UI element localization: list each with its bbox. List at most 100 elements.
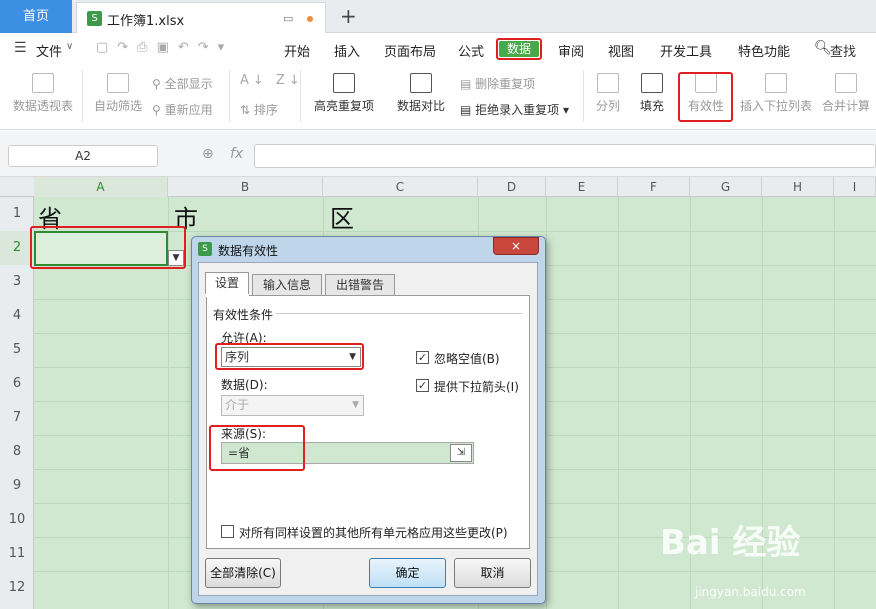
- column-header-g[interactable]: G: [690, 177, 762, 197]
- sort-button[interactable]: ⇅ 排序: [240, 101, 278, 118]
- menu-page-layout[interactable]: 页面布局: [384, 41, 436, 60]
- ok-button[interactable]: 确定: [369, 558, 446, 588]
- menu-formula[interactable]: 公式: [458, 41, 484, 60]
- fill-label: 填充: [639, 99, 664, 113]
- grid-line: [834, 197, 835, 609]
- watermark-url: jingyan.baidu.com: [695, 585, 806, 599]
- consolidate-icon: [835, 73, 857, 93]
- close-button[interactable]: ×: [493, 237, 539, 255]
- apply-all-checkbox[interactable]: [221, 525, 234, 538]
- grid-line: [546, 197, 547, 609]
- formula-input[interactable]: [254, 144, 876, 168]
- divider: [300, 70, 301, 122]
- row-header[interactable]: 3: [0, 265, 34, 299]
- sort-az-icon[interactable]: A↓ Z↓: [240, 73, 304, 88]
- show-all-button[interactable]: ⚲ 全部显示: [152, 75, 213, 92]
- quick-access-icons[interactable]: ▢↷⎙▣↶↷▾: [96, 40, 233, 55]
- column-header-e[interactable]: E: [546, 177, 618, 197]
- validity-highlight-box: [678, 72, 733, 122]
- menu-review[interactable]: 审阅: [558, 41, 584, 60]
- pivot-table-label: 数据透视表: [12, 99, 73, 113]
- reapply-button[interactable]: ⚲ 重新应用: [152, 101, 213, 118]
- menu-special[interactable]: 特色功能: [738, 41, 790, 60]
- tab-join: [205, 294, 249, 297]
- reject-duplicates-button[interactable]: ▤ 拒绝录入重复项 ▾: [460, 101, 569, 118]
- column-header-d[interactable]: D: [478, 177, 546, 197]
- column-header-b[interactable]: B: [168, 177, 323, 197]
- row-header[interactable]: 12: [0, 571, 34, 605]
- insert-dropdown-button[interactable]: 插入下拉列表: [736, 73, 816, 114]
- tab-error-alert[interactable]: 出错警告: [325, 274, 395, 296]
- row-header[interactable]: 1: [0, 197, 34, 231]
- split-column-label: 分列: [595, 99, 620, 113]
- ignore-blank-checkbox[interactable]: ✓: [416, 351, 429, 364]
- unsaved-dot-icon: [307, 16, 313, 22]
- column-header-a[interactable]: A: [34, 177, 168, 197]
- fx-icon[interactable]: fx: [230, 146, 243, 162]
- column-header-h[interactable]: H: [762, 177, 834, 197]
- insert-dropdown-label: 插入下拉列表: [739, 99, 812, 113]
- column-header-i[interactable]: I: [834, 177, 876, 197]
- dropdown-arrow-checkbox[interactable]: ✓: [416, 379, 429, 392]
- menu-data[interactable]: 数据: [496, 38, 542, 60]
- source-highlight-box: [209, 425, 305, 471]
- remove-duplicates-button[interactable]: ▤ 删除重复项: [460, 75, 535, 92]
- home-tab[interactable]: 首页: [0, 0, 72, 33]
- sheet-app-icon: S: [87, 11, 102, 26]
- row-header[interactable]: 9: [0, 469, 34, 503]
- cancel-button[interactable]: 取消: [454, 558, 531, 588]
- consolidate-button[interactable]: 合并计算: [818, 73, 874, 114]
- show-all-label: 全部显示: [164, 77, 213, 91]
- pivot-table-button[interactable]: 数据透视表: [8, 73, 78, 114]
- range-picker-icon[interactable]: ⇲: [450, 444, 472, 462]
- menu-view[interactable]: 视图: [608, 41, 634, 60]
- workbook-tab[interactable]: S 工作簿1.xlsx ▭: [76, 2, 326, 33]
- split-column-button[interactable]: 分列: [588, 73, 628, 114]
- row-header[interactable]: 7: [0, 401, 34, 435]
- name-box[interactable]: A2: [8, 145, 158, 167]
- app-icon: S: [198, 242, 212, 256]
- pivot-table-icon: [32, 73, 54, 93]
- remove-duplicates-label: 删除重复项: [475, 77, 536, 91]
- highlight-duplicates-icon: [333, 73, 355, 93]
- cell-c1[interactable]: 区: [330, 199, 354, 234]
- allow-highlight-box: [215, 343, 364, 370]
- tab-input-message[interactable]: 输入信息: [252, 274, 322, 296]
- row-header[interactable]: 10: [0, 503, 34, 537]
- tab-settings[interactable]: 设置: [205, 272, 249, 296]
- data-compare-button[interactable]: 数据对比: [388, 73, 454, 114]
- row-header[interactable]: 4: [0, 299, 34, 333]
- sort-label: 排序: [253, 103, 278, 117]
- file-menu[interactable]: 文件: [36, 41, 62, 60]
- data-select: 介于 ▼: [221, 395, 364, 416]
- pin-icon[interactable]: ▭: [283, 12, 293, 25]
- highlight-duplicates-label: 高亮重复项: [313, 99, 374, 113]
- highlight-duplicates-button[interactable]: 高亮重复项: [308, 73, 380, 114]
- column-header-f[interactable]: F: [618, 177, 690, 197]
- menu-start[interactable]: 开始: [284, 41, 310, 60]
- chevron-down-icon[interactable]: ∨: [66, 41, 73, 52]
- zoom-icon[interactable]: ⊕: [202, 146, 214, 162]
- clear-all-button[interactable]: 全部清除(C): [205, 558, 281, 588]
- row-header[interactable]: 6: [0, 367, 34, 401]
- divider: [229, 70, 230, 122]
- consolidate-label: 合并计算: [821, 99, 870, 113]
- grid-line: [618, 197, 619, 609]
- column-header-c[interactable]: C: [323, 177, 478, 197]
- insert-dropdown-icon: [765, 73, 787, 93]
- hamburger-icon[interactable]: ☰: [14, 40, 27, 56]
- search-label[interactable]: 查找: [830, 41, 856, 60]
- data-select-value: 介于: [225, 398, 250, 412]
- row-header[interactable]: 11: [0, 537, 34, 571]
- dropdown-arrow-icon[interactable]: ▼: [168, 250, 184, 266]
- new-tab-button[interactable]: +: [340, 4, 357, 28]
- row-header[interactable]: 2: [0, 231, 34, 265]
- fill-button[interactable]: 填充: [632, 73, 672, 114]
- row-header[interactable]: 5: [0, 333, 34, 367]
- menu-insert[interactable]: 插入: [334, 41, 360, 60]
- row-header[interactable]: 8: [0, 435, 34, 469]
- split-column-icon: [597, 73, 619, 93]
- data-compare-label: 数据对比: [396, 99, 445, 113]
- autofilter-button[interactable]: 自动筛选: [90, 73, 146, 114]
- menu-developer[interactable]: 开发工具: [660, 41, 712, 60]
